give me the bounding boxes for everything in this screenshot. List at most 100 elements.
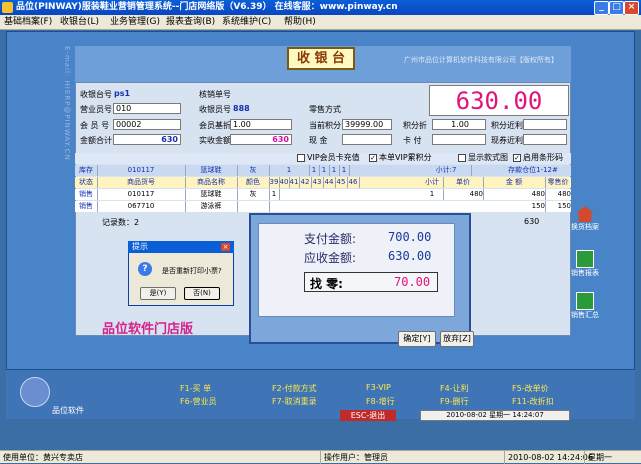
stock-location: 存款仓位1-12# (508, 166, 558, 174)
yes-button[interactable]: 是(Y) (140, 287, 176, 300)
actual-label: 实收金额 (199, 136, 231, 145)
show-style-checkbox[interactable] (458, 154, 466, 162)
member-input[interactable]: 00002 (113, 119, 181, 130)
clerk-label: 营业员号 (80, 105, 112, 114)
col-header: 单价 (443, 177, 484, 188)
company-name: 广州市品位计算机软件科技有限公司【版权所有】 (404, 56, 558, 64)
col-header: 商品名称 (185, 177, 238, 188)
vip-points-checkbox[interactable]: ✓ (369, 154, 377, 162)
member-label: 会 员 号 (80, 121, 110, 130)
grid-header: 状态 商品货号 商品名称 颜色 39 40 41 42 43 44 45 46 … (75, 177, 571, 188)
col-header: 商品货号 (97, 177, 186, 188)
menu-business[interactable]: 业务管理(G) (110, 15, 160, 30)
vip-recharge-checkbox[interactable] (297, 154, 305, 162)
esc-exit-button[interactable]: ESC-退出 (340, 410, 396, 421)
stock-subtotal: 小计:7 (421, 165, 472, 176)
question-icon: ? (138, 262, 152, 276)
record-count: 记录数：2 (102, 218, 140, 227)
card-input[interactable] (432, 134, 486, 145)
stock-code: 010117 (97, 165, 186, 176)
actual-value: 630 (230, 134, 292, 145)
row-retail: 150 (557, 202, 571, 210)
register-value: ps1 (114, 89, 131, 98)
f2-key[interactable]: F2-付款方式 (272, 383, 317, 394)
points-disc-input[interactable]: 1.00 (432, 119, 486, 130)
close-button[interactable]: × (624, 1, 639, 15)
maximize-button[interactable]: □ (609, 1, 624, 15)
clerk-input[interactable]: 010 (113, 103, 181, 114)
row-status: 销售 (75, 189, 98, 200)
row-amount: 480 (483, 189, 546, 200)
clock-display: 2010-08-02 星期一 14:24:07 (420, 410, 570, 421)
row-color (237, 201, 270, 212)
receipt-label: 收银员号 (199, 105, 231, 114)
f5-key[interactable]: F5-改单价 (512, 383, 549, 394)
minimize-button[interactable]: _ (594, 1, 609, 15)
show-style-label: 显示款式图 (468, 153, 508, 162)
due-value: 630.00 (388, 249, 432, 263)
status-user: 操作用户：管理员 (320, 451, 388, 464)
menu-system[interactable]: 系统维护(C) (222, 15, 271, 30)
prompt-message: 是否重新打印小票? (162, 267, 222, 275)
row-amount: 150 (483, 201, 546, 212)
stock-row: 库存 010117 篮球鞋 灰 1 1 1 1 1 小计:7 存款仓位1-12# (75, 165, 571, 176)
confirm-button[interactable]: 确定[Y] (398, 331, 436, 347)
settle-input[interactable] (523, 134, 567, 145)
row-code: 010117 (97, 189, 186, 200)
total-label: 金额合计 (80, 136, 112, 145)
vip-recharge-label: VIP会员卡充值 (307, 153, 360, 162)
f8-key[interactable]: F8-增行 (366, 396, 395, 407)
f6-key[interactable]: F6-营业员 (180, 396, 217, 407)
barcode-checkbox[interactable]: ✓ (513, 154, 521, 162)
f7-key[interactable]: F7-取消重录 (272, 396, 317, 407)
points-input[interactable]: 39999.00 (342, 119, 392, 130)
pay-value: 700.00 (388, 230, 432, 244)
table-row[interactable]: 销售 010117 篮球鞋 灰 1 1 480 480 480 (75, 189, 571, 200)
cashier-logo: 收 银 台 (287, 47, 355, 70)
points-label: 当前积分 (309, 121, 341, 130)
member-disc-input[interactable]: 1.00 (230, 119, 292, 130)
barcode-label: 启用条形码 (523, 153, 563, 162)
menu-basic-files[interactable]: 基础档案(F) (4, 15, 52, 30)
stock-size: 1 (269, 165, 310, 176)
exchange-files-shortcut[interactable]: 换货档案 (570, 206, 600, 232)
f11-key[interactable]: F11-改折扣 (512, 396, 554, 407)
stock-name: 篮球鞋 (185, 165, 238, 176)
sales-summary-shortcut[interactable]: 销售汇总 (570, 292, 600, 320)
no-button[interactable]: 否(N) (184, 287, 220, 300)
menu-help[interactable]: 帮助(H) (284, 15, 316, 30)
row-subtotal: 1 (421, 189, 444, 200)
cash-label: 现 金 (309, 136, 328, 145)
big-total-display: 630.00 (429, 85, 569, 116)
window-title: 品位(PINWAY)服装鞋业营销管理系统--门店网络版（V6.39） 在线客服：… (16, 2, 398, 12)
menu-bar: 基础档案(F) 收银台(L) 业务管理(G) 报表查询(B) 系统维护(C) 帮… (0, 15, 641, 30)
summary-icon (576, 292, 594, 310)
change-value: 70.00 (394, 275, 431, 289)
house-icon (576, 206, 594, 222)
due-label: 应收金额: (304, 251, 357, 265)
sales-report-shortcut[interactable]: 销售报表 (570, 250, 600, 278)
menu-reports[interactable]: 报表查询(B) (166, 15, 215, 30)
points-disc-label: 积分折 (403, 121, 427, 130)
row-name: 游泳裤 (185, 201, 238, 212)
col-header: 小计 (421, 177, 444, 188)
row-color: 灰 (237, 189, 270, 200)
f9-key[interactable]: F9-删行 (440, 396, 469, 407)
menu-cashier[interactable]: 收银台(L) (60, 15, 99, 30)
table-row[interactable]: 销售 067710 游泳裤 150 150 (75, 201, 571, 212)
f1-key[interactable]: F1-买 单 (180, 383, 211, 394)
row-qty: 1 (269, 189, 280, 200)
f4-key[interactable]: F4-让利 (440, 383, 469, 394)
stock-color: 灰 (237, 165, 270, 176)
row-status: 销售 (75, 201, 98, 212)
row-name: 篮球鞋 (185, 189, 238, 200)
cancel-button[interactable]: 放弃[Z] (440, 331, 474, 347)
points-rate-input[interactable] (523, 119, 567, 130)
settle-label: 现券近利 (491, 136, 523, 145)
cash-input[interactable] (342, 134, 392, 145)
app-icon (2, 2, 13, 13)
col-header: 46 (347, 177, 360, 188)
f3-key[interactable]: F3-VIP (366, 383, 391, 392)
brand-label: 品位软件 (52, 406, 84, 415)
prompt-close-icon[interactable]: × (221, 243, 230, 251)
